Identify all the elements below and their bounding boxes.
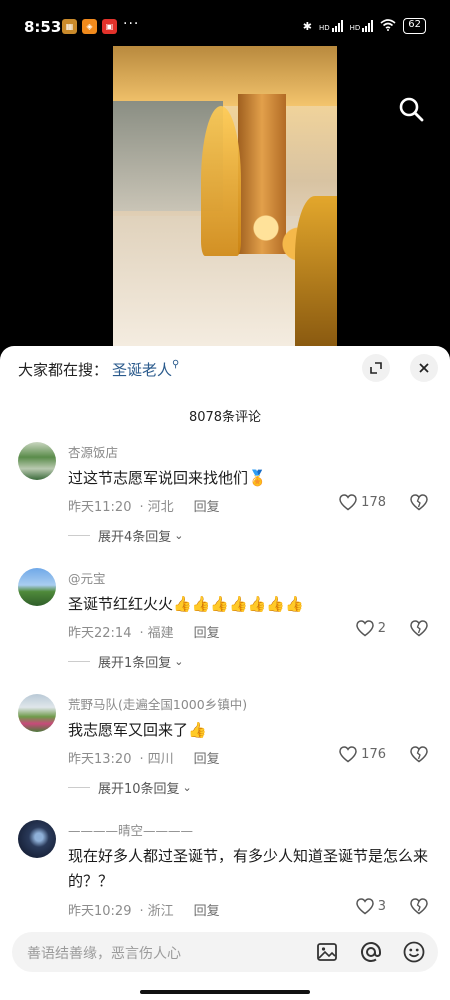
comment-count: 8078条评论 — [188, 410, 262, 425]
thumbs-up-emoji: 👍 — [188, 721, 207, 739]
image-icon[interactable] — [315, 940, 339, 964]
reply-button[interactable]: 回复 — [194, 904, 220, 919]
comment-panel: 大家都在搜： 圣诞老人⚲ 8078条评论 杏源饭店 过这节志愿军说回来找他们🏅 昨… — [0, 346, 450, 986]
thumbs-up-emoji: 👍👍👍👍👍👍👍 — [173, 595, 304, 613]
comment-meta: 昨天22:14 · 福建 回复 — [68, 626, 220, 641]
like-button[interactable]: 3 — [355, 898, 386, 915]
avatar[interactable] — [18, 694, 56, 732]
like-count: 2 — [377, 621, 386, 636]
comment-input-placeholder[interactable]: 善语结善缘，恶言伤人心 — [27, 943, 181, 963]
video-frame[interactable] — [113, 46, 337, 346]
like-button[interactable]: 178 — [339, 494, 386, 511]
more-notifications-icon: ··· — [123, 16, 140, 32]
chevron-down-icon: ⌄ — [174, 529, 184, 542]
medal-emoji: 🏅 — [248, 469, 267, 487]
dislike-icon[interactable] — [410, 746, 428, 764]
comment-meta: 昨天11:20 · 河北 回复 — [68, 500, 220, 515]
comment-username[interactable]: 杏源饭店 — [68, 442, 118, 461]
comment-text[interactable]: 现在好多人都过圣诞节，有多少人知道圣诞节是怎么来的？？ — [68, 844, 428, 894]
expand-icon — [370, 362, 382, 374]
avatar[interactable] — [18, 442, 56, 480]
like-count: 178 — [361, 495, 386, 510]
comment-text[interactable]: 我志愿军又回来了👍 — [68, 718, 428, 743]
comment-date: 昨天11:20 — [68, 500, 132, 515]
search-icon[interactable] — [398, 96, 424, 122]
comment-meta: 昨天13:20 · 四川 回复 — [68, 752, 220, 767]
comment-input[interactable]: 善语结善缘，恶言伤人心 — [12, 932, 438, 972]
search-icon: ⚲ — [172, 359, 180, 370]
close-button[interactable] — [410, 354, 438, 382]
like-count: 176 — [361, 747, 386, 762]
comment-username[interactable]: ————晴空———— — [68, 820, 193, 839]
comment-text[interactable]: 过这节志愿军说回来找他们🏅 — [68, 466, 428, 491]
status-app-icons: ▦ ◈ ▣ — [62, 19, 117, 34]
hot-search-keyword[interactable]: 圣诞老人 — [112, 361, 172, 379]
hot-search[interactable]: 大家都在搜： 圣诞老人⚲ — [18, 359, 179, 380]
reply-button[interactable]: 回复 — [194, 626, 220, 641]
comment-username[interactable]: 荒野马队(走遍全国1000乡镇中) — [68, 694, 247, 713]
expand-button[interactable] — [362, 354, 390, 382]
battery-indicator: 62 — [403, 18, 426, 34]
like-button[interactable]: 176 — [339, 746, 386, 763]
comment-date: 昨天10:29 — [68, 904, 132, 919]
comment-text[interactable]: 圣诞节红红火火👍👍👍👍👍👍👍 — [68, 592, 428, 617]
expand-replies[interactable]: 展开1条回复 ⌄ — [68, 652, 184, 671]
wifi-icon — [380, 18, 396, 34]
status-bar: 8:53 ▦ ◈ ▣ ··· ✱ HD HD 62 — [0, 0, 450, 44]
reply-button[interactable]: 回复 — [194, 500, 220, 515]
comment-date: 昨天13:20 — [68, 752, 132, 767]
like-button[interactable]: 2 — [355, 620, 386, 637]
status-right: ✱ HD HD 62 — [303, 18, 426, 34]
video-player[interactable] — [0, 44, 450, 346]
comment-location: 浙江 — [147, 904, 174, 919]
like-count: 3 — [377, 899, 386, 914]
comment-meta: 昨天10:29 · 浙江 回复 — [68, 904, 220, 919]
dislike-icon[interactable] — [410, 898, 428, 916]
comment-location: 福建 — [147, 626, 174, 641]
heart-icon — [339, 746, 357, 763]
dislike-icon[interactable] — [410, 494, 428, 512]
app-notification-icon: ◈ — [82, 19, 97, 34]
signal-1: HD — [319, 20, 343, 32]
chevron-down-icon: ⌄ — [174, 655, 184, 668]
status-time: 8:53 — [24, 18, 62, 36]
app-notification-icon: ▦ — [62, 19, 77, 34]
emoji-icon[interactable] — [402, 940, 426, 964]
expand-replies[interactable]: 展开10条回复 ⌄ — [68, 778, 192, 797]
signal-2: HD — [350, 20, 374, 32]
at-icon[interactable] — [359, 940, 383, 964]
chevron-down-icon: ⌄ — [182, 781, 192, 794]
dislike-icon[interactable] — [410, 620, 428, 638]
avatar[interactable] — [18, 820, 56, 858]
comment-date: 昨天22:14 — [68, 626, 132, 641]
bluetooth-icon: ✱ — [302, 19, 312, 33]
hot-search-label: 大家都在搜： — [18, 361, 109, 379]
close-icon — [419, 363, 429, 373]
heart-icon — [355, 620, 374, 637]
app-notification-icon: ▣ — [102, 19, 117, 34]
home-indicator[interactable] — [0, 986, 450, 1000]
heart-icon — [339, 494, 357, 511]
comment-location: 四川 — [147, 752, 174, 767]
reply-button[interactable]: 回复 — [194, 752, 220, 767]
avatar[interactable] — [18, 568, 56, 606]
expand-replies[interactable]: 展开4条回复 ⌄ — [68, 526, 184, 545]
heart-icon — [355, 898, 374, 915]
comment-location: 河北 — [147, 500, 174, 515]
comment-username[interactable]: @元宝 — [68, 568, 106, 587]
